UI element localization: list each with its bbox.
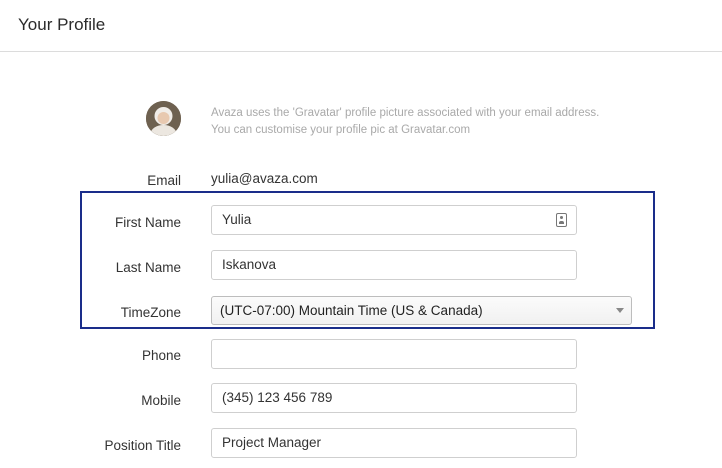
- page-title: Your Profile: [18, 15, 106, 34]
- avatar-image: [146, 101, 181, 136]
- mobile-label: Mobile: [141, 393, 181, 408]
- position-title-label: Position Title: [104, 438, 181, 453]
- email-value: yulia@avaza.com: [211, 171, 318, 186]
- mobile-field[interactable]: (345) 123 456 789: [211, 383, 577, 413]
- timezone-value: (UTC-07:00) Mountain Time (US & Canada): [220, 303, 483, 318]
- first-name-field[interactable]: Yulia: [211, 205, 577, 235]
- phone-field[interactable]: [211, 339, 577, 369]
- first-name-label: First Name: [114, 215, 181, 230]
- email-label: Email: [147, 173, 181, 188]
- position-title-value: Project Manager: [222, 435, 322, 450]
- position-title-field[interactable]: Project Manager: [211, 428, 577, 458]
- last-name-label: Last Name: [115, 260, 181, 275]
- chevron-down-icon[interactable]: [616, 308, 624, 313]
- page-header: Your Profile: [0, 0, 722, 52]
- timezone-label: TimeZone: [120, 305, 181, 320]
- phone-label: Phone: [141, 348, 181, 363]
- mobile-value: (345) 123 456 789: [222, 390, 333, 405]
- timezone-select[interactable]: (UTC-07:00) Mountain Time (US & Canada): [211, 296, 632, 325]
- contact-card-icon[interactable]: [556, 213, 567, 227]
- gravatar-note: Avaza uses the 'Gravatar' profile pictur…: [211, 107, 600, 136]
- last-name-value: Iskanova: [222, 257, 277, 272]
- first-name-value: Yulia: [222, 212, 252, 227]
- avatar: [146, 101, 181, 136]
- last-name-field[interactable]: Iskanova: [211, 250, 577, 280]
